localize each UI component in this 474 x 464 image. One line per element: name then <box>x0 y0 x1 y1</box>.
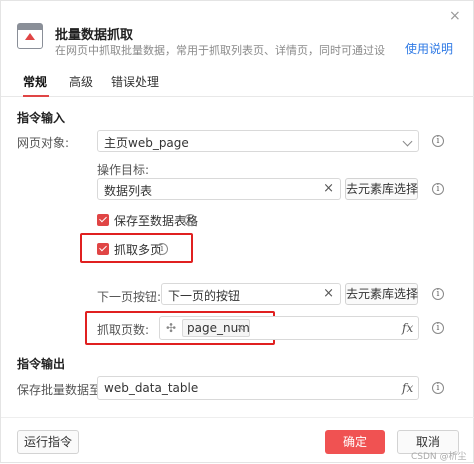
save-var-value: web_data_table <box>104 381 199 395</box>
page-object-value: 主页web_page <box>104 136 189 150</box>
remove-tag-icon[interactable]: × <box>236 321 245 334</box>
info-icon[interactable]: i <box>432 183 444 195</box>
info-icon[interactable]: i <box>432 288 444 300</box>
help-link[interactable]: 使用说明 <box>405 40 453 57</box>
save-to-table-checkbox[interactable] <box>97 214 109 226</box>
tab-general[interactable]: 常规 <box>23 73 47 90</box>
tab-bar: 常规 高级 错误处理 <box>1 63 474 97</box>
info-icon[interactable]: i <box>432 382 444 394</box>
page-object-label: 网页对象: <box>17 136 70 150</box>
run-command-button[interactable]: 运行指令 <box>17 430 79 454</box>
page-count-field[interactable]: ✣ page_num × fx <box>159 316 419 340</box>
download-app-icon <box>17 23 43 49</box>
tab-error-handling[interactable]: 错误处理 <box>111 73 159 90</box>
next-page-field[interactable]: 下一页的按钮 × <box>161 283 341 305</box>
confirm-button[interactable]: 确定 <box>325 430 385 454</box>
dialog-title: 批量数据抓取 <box>55 28 134 43</box>
multi-page-label: 抓取多页 <box>114 243 163 257</box>
info-icon[interactable]: i <box>156 243 168 255</box>
dialog-footer: 运行指令 确定 取消 <box>1 417 474 464</box>
chevron-down-icon <box>402 136 413 147</box>
active-tab-indicator <box>23 95 49 97</box>
next-page-label: 下一页按钮: <box>97 290 162 304</box>
target-value: 数据列表 <box>104 184 153 198</box>
close-icon[interactable]: × <box>449 8 461 24</box>
fx-icon[interactable]: fx <box>402 321 413 335</box>
section-title-input: 指令输入 <box>17 111 66 125</box>
dialog-subtitle: 在网页中抓取批量数据，常用于抓取列表页、详情页，同时可通过设置分页... <box>55 44 385 57</box>
variable-icon: ✣ <box>166 321 177 335</box>
save-var-field[interactable]: web_data_table fx <box>97 376 419 400</box>
clear-icon[interactable]: × <box>323 181 334 196</box>
info-icon[interactable]: i <box>184 214 196 226</box>
save-var-label: 保存批量数据至: <box>17 383 106 397</box>
multi-page-checkbox[interactable] <box>97 243 109 255</box>
choose-element-button-next[interactable]: 去元素库选择 <box>345 283 418 305</box>
info-icon[interactable]: i <box>432 322 444 334</box>
variable-tag[interactable]: page_num × <box>182 319 250 337</box>
next-page-value: 下一页的按钮 <box>168 289 241 303</box>
section-title-output: 指令输出 <box>17 357 66 371</box>
clear-icon[interactable]: × <box>323 286 334 301</box>
page-object-select[interactable]: 主页web_page <box>97 130 419 152</box>
page-count-label: 抓取页数: <box>97 323 150 337</box>
watermark: CSDN @析尘 <box>411 452 467 462</box>
target-field[interactable]: 数据列表 × <box>97 178 341 200</box>
tab-advanced[interactable]: 高级 <box>69 73 93 90</box>
fx-icon[interactable]: fx <box>402 381 413 395</box>
dialog-header: 批量数据抓取 在网页中抓取批量数据，常用于抓取列表页、详情页，同时可通过设置分页… <box>1 1 474 63</box>
batch-scrape-dialog: 批量数据抓取 在网页中抓取批量数据，常用于抓取列表页、详情页，同时可通过设置分页… <box>0 0 474 463</box>
choose-element-button[interactable]: 去元素库选择 <box>345 178 418 200</box>
info-icon[interactable]: i <box>432 135 444 147</box>
target-label: 操作目标: <box>97 163 150 177</box>
